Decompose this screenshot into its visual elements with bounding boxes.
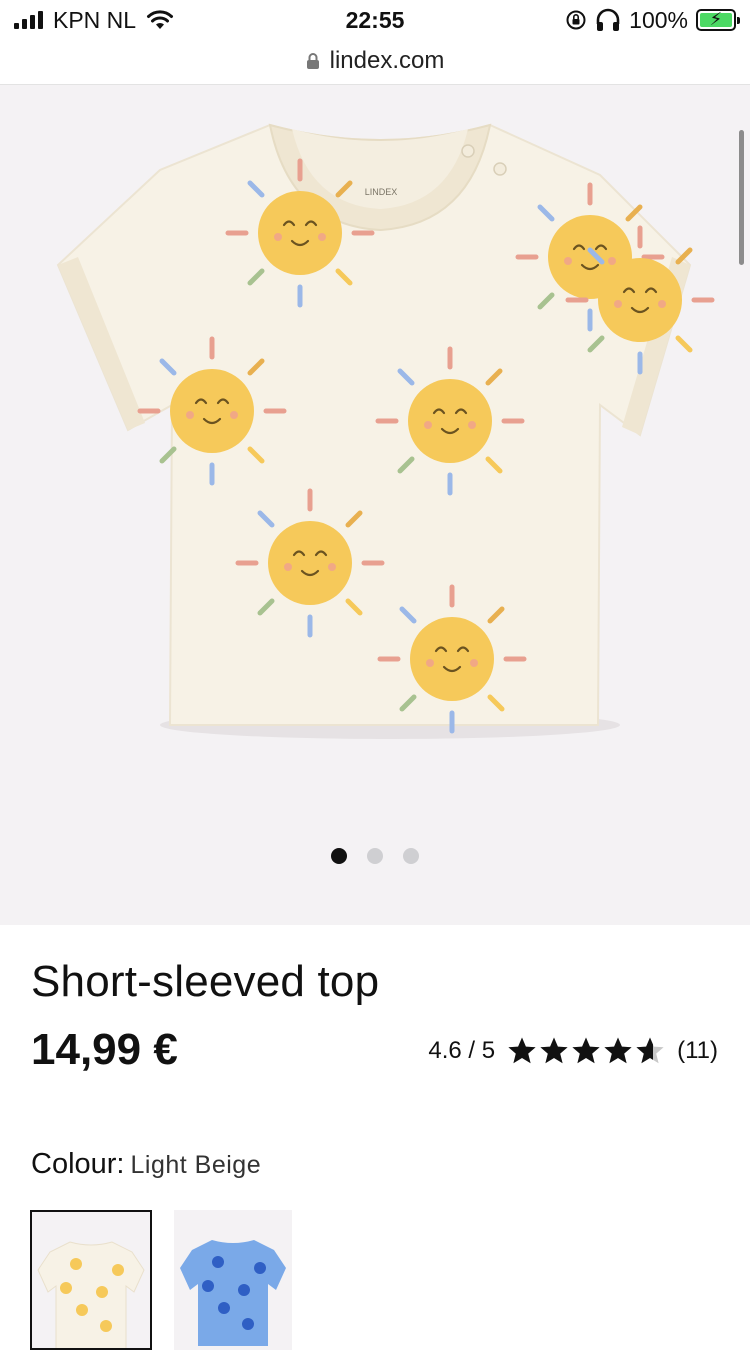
svg-text:LINDEX: LINDEX (365, 187, 398, 197)
headphones-icon (596, 8, 620, 31)
star-full-icon (572, 1037, 600, 1064)
review-count: (11) (677, 1037, 718, 1064)
battery-percent: 100% (629, 6, 688, 33)
star-full-icon (508, 1037, 536, 1064)
page-scrollbar[interactable] (739, 130, 744, 265)
carousel-dot-2[interactable] (367, 848, 383, 864)
lock-icon (306, 53, 319, 69)
carousel-dot-1[interactable] (331, 848, 347, 864)
star-full-icon (604, 1037, 632, 1064)
rating-score: 4.6 / 5 (428, 1037, 496, 1064)
battery-charging-icon: ⚡ (696, 9, 740, 31)
colour-selected-value: Light Beige (130, 1151, 262, 1179)
carousel-dots (0, 848, 750, 864)
status-right: 100% ⚡ (565, 6, 740, 34)
orientation-lock-icon (566, 10, 586, 30)
swatch-blue-thumbnail-icon (180, 1240, 286, 1346)
product-title: Short-sleeved top (31, 957, 380, 1006)
colour-swatch-blue[interactable] (174, 1210, 292, 1350)
star-half-icon (636, 1037, 664, 1064)
colour-selector-label: Colour: Light Beige (31, 1148, 261, 1181)
rating-stars (507, 1036, 665, 1066)
carousel-dot-3[interactable] (403, 848, 419, 864)
product-image-carousel[interactable]: LINDEX (0, 85, 750, 925)
url-text: lindex.com (329, 47, 445, 74)
colour-swatch-light-beige[interactable] (30, 1210, 152, 1350)
product-rating[interactable]: 4.6 / 5 (11) (428, 1036, 718, 1066)
star-full-icon (540, 1037, 568, 1064)
colour-swatches (30, 1210, 292, 1350)
product-price: 14,99 € (31, 1025, 178, 1074)
status-bar: KPN NL 22:55 100% ⚡ (0, 0, 750, 40)
address-bar[interactable]: lindex.com (0, 38, 750, 85)
colour-label: Colour: (31, 1148, 125, 1180)
product-image: LINDEX (56, 123, 750, 739)
swatch-beige-thumbnail-icon (37, 1241, 145, 1348)
